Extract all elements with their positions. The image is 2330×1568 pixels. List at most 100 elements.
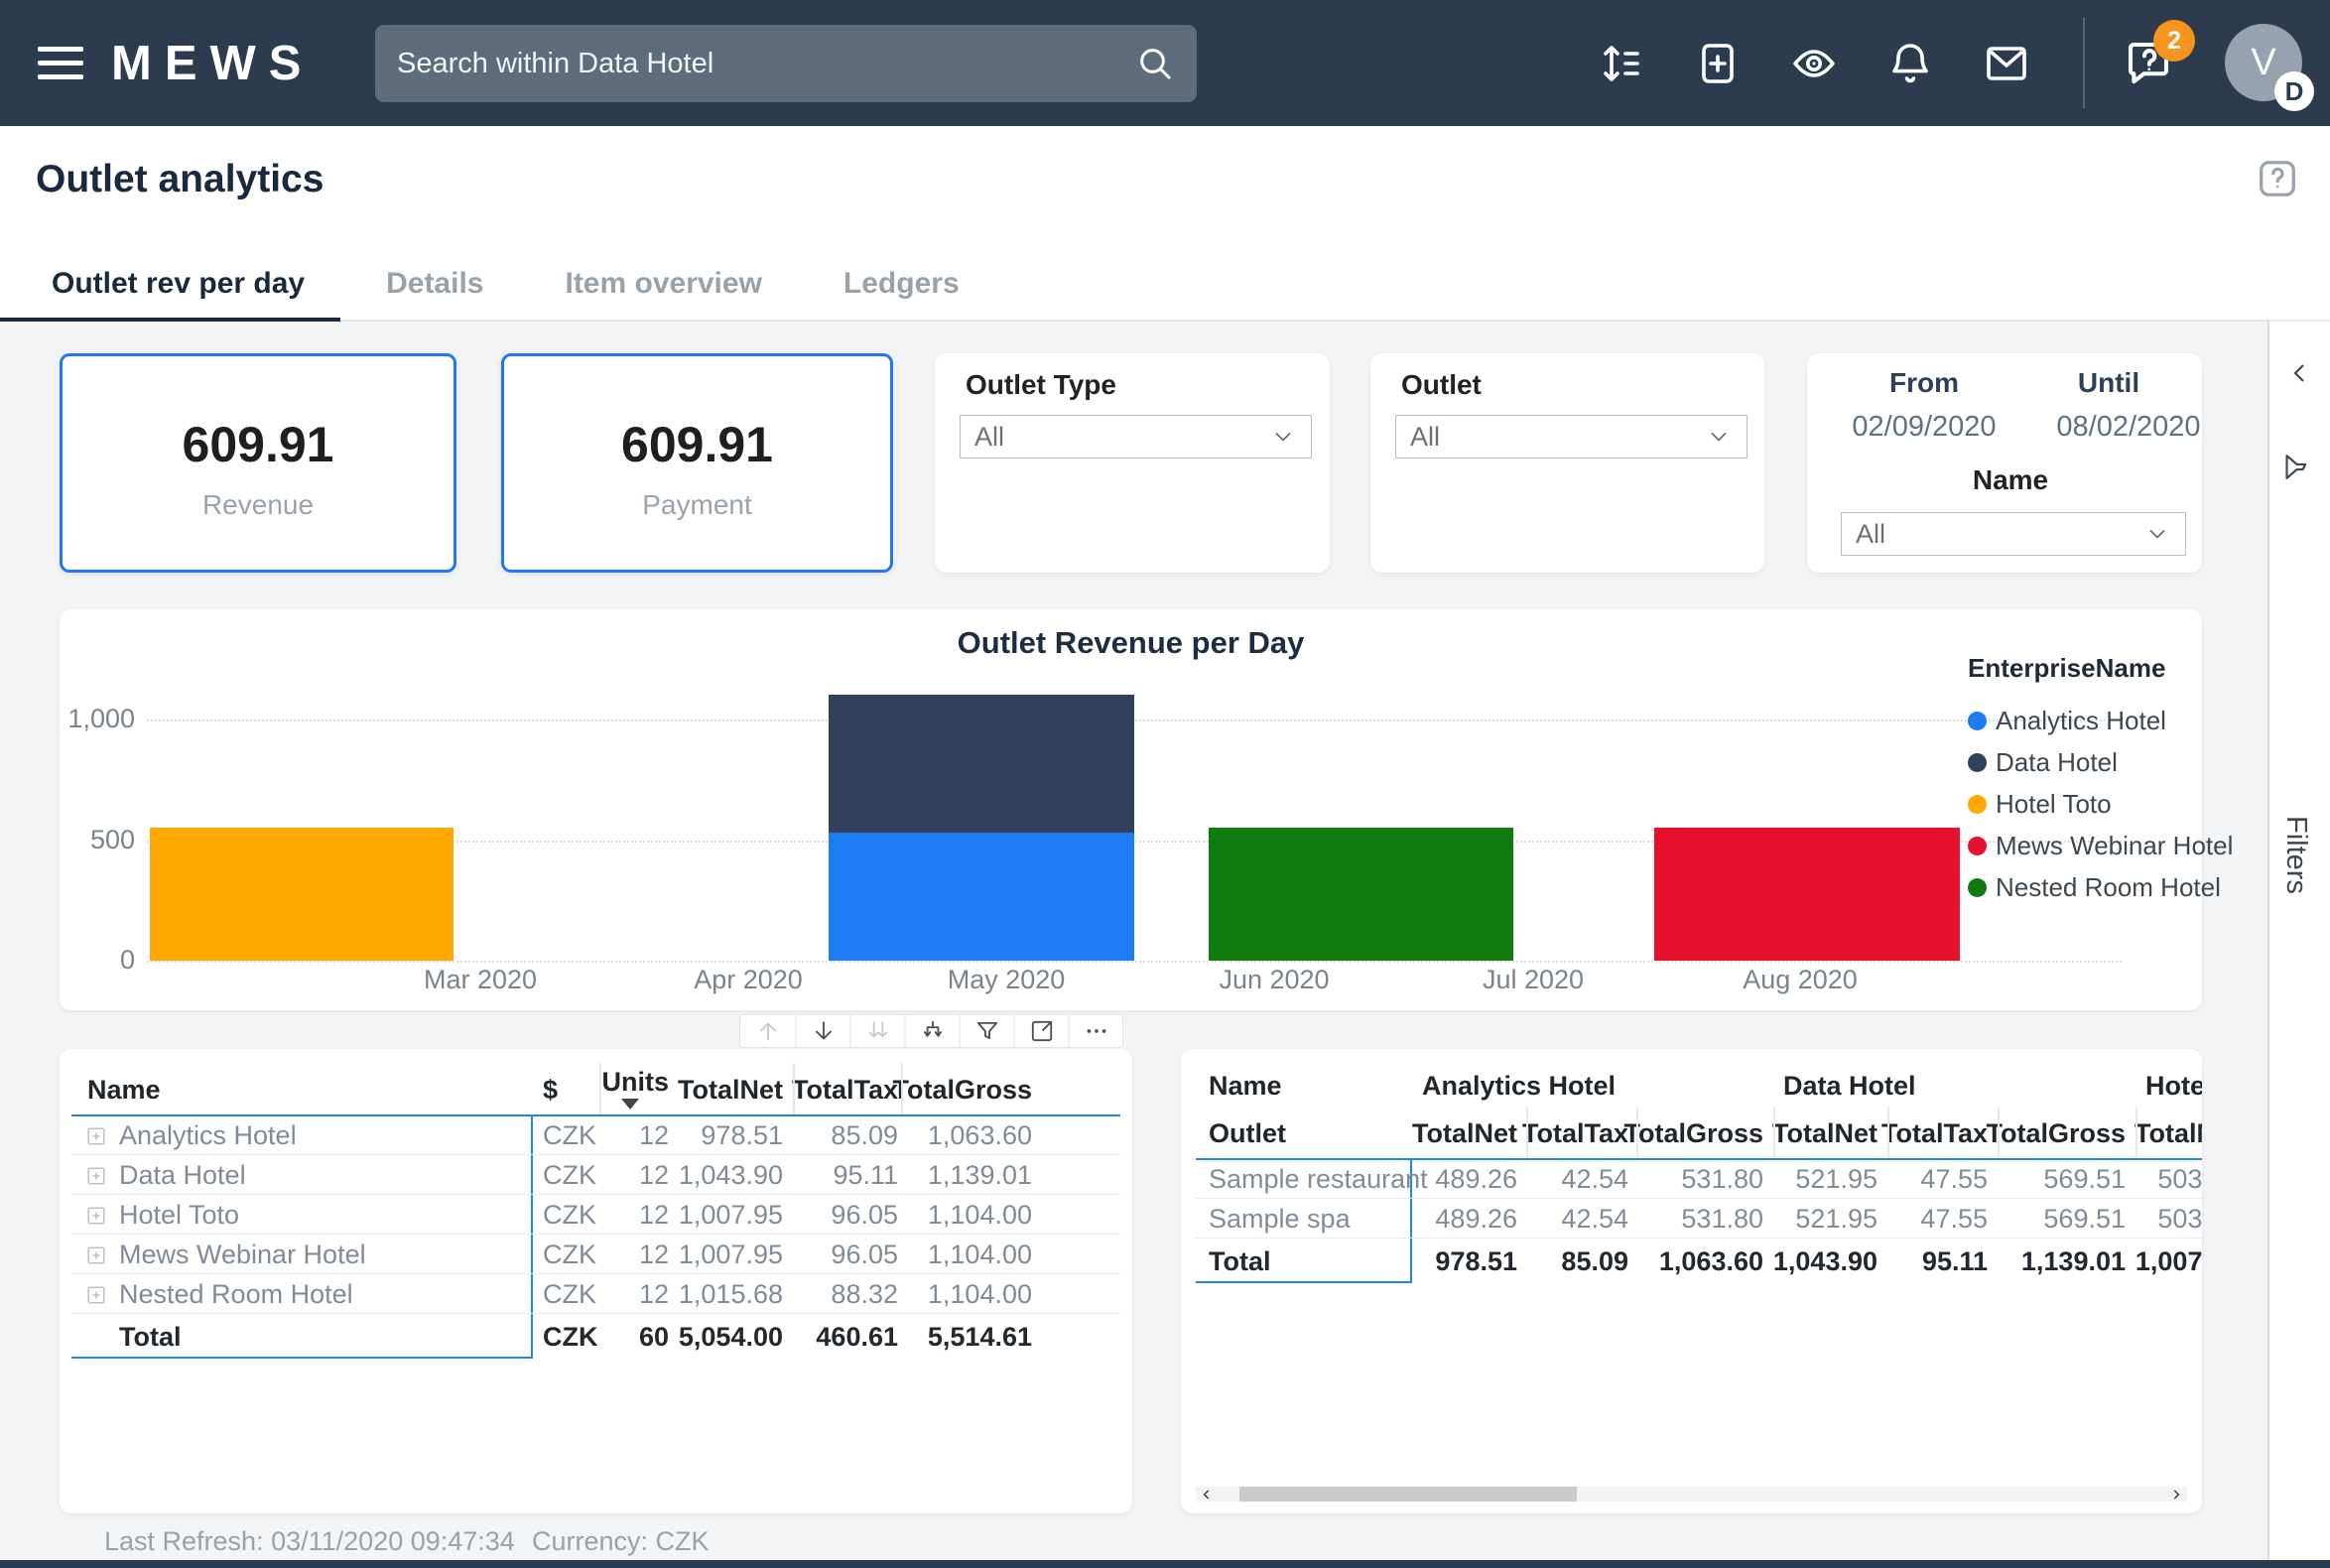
row-totalnet: 978.51 bbox=[701, 1120, 783, 1151]
eye-icon[interactable] bbox=[1790, 40, 1838, 87]
expand-row-icon[interactable] bbox=[85, 1123, 107, 1145]
from-date-value[interactable]: 02/09/2020 bbox=[1805, 411, 2043, 444]
row-units: 12 bbox=[639, 1240, 669, 1270]
filter-funnel-icon[interactable] bbox=[2281, 452, 2318, 483]
bar-segment-hotel-toto[interactable] bbox=[150, 828, 453, 961]
row-name: Nested Room Hotel bbox=[119, 1279, 353, 1310]
col-header-totalnet[interactable]: TotalNet bbox=[678, 1075, 783, 1106]
collapse-panel-icon[interactable] bbox=[2283, 357, 2315, 394]
table-total-row[interactable]: TotalCZK605,054.00460.615,514.61 bbox=[60, 1313, 1132, 1357]
filter-funnel-icon[interactable] bbox=[959, 1015, 1013, 1047]
legend-dot bbox=[1968, 712, 1987, 730]
header-separator bbox=[599, 1063, 601, 1114]
measure-header-totaltax-4[interactable]: TotalTax bbox=[1881, 1118, 1988, 1149]
matrix-corner-outlet[interactable]: Outlet bbox=[1209, 1118, 1286, 1149]
expand-row-icon[interactable] bbox=[85, 1163, 107, 1185]
table-row[interactable]: Nested Room HotelCZK121,015.6888.321,104… bbox=[60, 1273, 1132, 1313]
scrollbar-thumb[interactable] bbox=[1239, 1487, 1577, 1502]
group-header-hotel-toto[interactable]: Hotel Toto bbox=[2145, 1071, 2202, 1102]
report-area: 609.91 Revenue 609.91 Payment Outlet Typ… bbox=[0, 322, 2330, 1568]
matrix-cell: 1,043.90 bbox=[1773, 1246, 1877, 1277]
legend-item-mews-webinar-hotel[interactable]: Mews Webinar Hotel bbox=[1968, 825, 2233, 866]
table-row[interactable]: Mews Webinar HotelCZK121,007.9596.051,10… bbox=[60, 1234, 1132, 1273]
table-rev-by-enterprise: Name $ Units TotalNet TotalTaxTotalGross Anal… bbox=[60, 1049, 1132, 1513]
measure-header-totalnet-0[interactable]: TotalNet bbox=[1412, 1118, 1517, 1149]
mail-icon[interactable] bbox=[1983, 40, 2030, 87]
expand-row-icon[interactable] bbox=[85, 1242, 107, 1264]
x-axis-label: Jun 2020 bbox=[1165, 965, 1383, 995]
sort-icon[interactable] bbox=[1598, 40, 1645, 87]
focus-mode-icon[interactable] bbox=[1013, 1015, 1068, 1047]
avatar[interactable]: V D bbox=[2225, 24, 2302, 101]
table-row[interactable]: Data HotelCZK121,043.9095.111,139.01 bbox=[60, 1154, 1132, 1194]
table-row[interactable]: Analytics HotelCZK12978.5185.091,063.60 bbox=[60, 1114, 1132, 1154]
help-icon[interactable] bbox=[2255, 156, 2300, 201]
expand-row-icon[interactable] bbox=[85, 1282, 107, 1304]
tab-outlet-rev-per-day[interactable]: Outlet rev per day bbox=[24, 247, 332, 321]
tab-ledgers[interactable]: Ledgers bbox=[816, 247, 987, 321]
tab-details[interactable]: Details bbox=[358, 247, 511, 321]
group-header-analytics-hotel[interactable]: Analytics Hotel bbox=[1422, 1071, 1616, 1102]
col-header-currency[interactable]: $ bbox=[543, 1075, 558, 1106]
row-units: 12 bbox=[639, 1160, 669, 1191]
measure-header-totaltax-1[interactable]: TotalTax bbox=[1522, 1118, 1628, 1149]
measure-header-totalgross-5[interactable]: TotalGross bbox=[1986, 1118, 2126, 1149]
x-axis-label: Jul 2020 bbox=[1424, 965, 1642, 995]
horizontal-scrollbar[interactable] bbox=[1196, 1487, 2187, 1502]
tab-item-overview[interactable]: Item overview bbox=[537, 247, 789, 321]
page-header: Outlet analytics bbox=[0, 126, 2330, 248]
row-name: Total bbox=[119, 1322, 182, 1353]
scroll-right-icon[interactable] bbox=[2165, 1487, 2187, 1502]
go-to-next-level-icon[interactable] bbox=[849, 1015, 904, 1047]
drill-down-icon[interactable] bbox=[795, 1015, 849, 1047]
legend-item-analytics-hotel[interactable]: Analytics Hotel bbox=[1968, 700, 2233, 741]
matrix-total-row[interactable]: Total978.5185.091,063.601,043.9095.111,1… bbox=[1181, 1238, 2202, 1281]
matrix-header-separator bbox=[1998, 1107, 2000, 1158]
bar-segment-nested-room-hotel[interactable] bbox=[1209, 828, 1513, 961]
chart-title: Outlet Revenue per Day bbox=[60, 625, 2202, 661]
expand-row-icon[interactable] bbox=[85, 1203, 107, 1225]
until-date-value[interactable]: 08/02/2020 bbox=[2009, 411, 2248, 444]
col-header-name[interactable]: Name bbox=[87, 1075, 161, 1106]
row-totalgross: 1,104.00 bbox=[928, 1200, 1032, 1231]
measure-header-totalnet-3[interactable]: TotalNet bbox=[1772, 1118, 1877, 1149]
drill-up-icon[interactable] bbox=[740, 1015, 795, 1047]
table-row[interactable]: Hotel TotoCZK121,007.9596.051,104.00 bbox=[60, 1194, 1132, 1234]
col-header-units[interactable]: Units bbox=[602, 1067, 670, 1098]
measure-header-totalnet-6[interactable]: TotalNet bbox=[2135, 1118, 2202, 1149]
legend-item-data-hotel[interactable]: Data Hotel bbox=[1968, 741, 2233, 783]
matrix-row[interactable]: Sample spa489.2642.54531.80521.9547.5556… bbox=[1181, 1198, 2202, 1238]
outlet-type-dropdown[interactable]: All bbox=[960, 415, 1312, 458]
chevron-down-icon bbox=[2143, 520, 2171, 548]
row-currency: CZK bbox=[543, 1200, 596, 1231]
more-options-icon[interactable] bbox=[1068, 1015, 1122, 1047]
matrix-corner-name[interactable]: Name bbox=[1209, 1071, 1282, 1102]
col-header-totalgross[interactable]: TotalGross bbox=[892, 1075, 1032, 1106]
bar-segment-data-hotel[interactable] bbox=[829, 695, 1134, 832]
bar-segment-mews-webinar-hotel[interactable] bbox=[1654, 828, 1960, 961]
matrix-cell: 503.98 bbox=[2157, 1204, 2202, 1235]
legend-item-hotel-toto[interactable]: Hotel Toto bbox=[1968, 783, 2233, 825]
bar-segment-analytics-hotel[interactable] bbox=[829, 833, 1134, 961]
scroll-left-icon[interactable] bbox=[1196, 1487, 1218, 1502]
bell-icon[interactable] bbox=[1886, 40, 1934, 87]
menu-icon[interactable] bbox=[38, 38, 85, 87]
expand-all-icon[interactable] bbox=[904, 1015, 959, 1047]
outlet-dropdown[interactable]: All bbox=[1395, 415, 1748, 458]
measure-header-totalgross-2[interactable]: TotalGross bbox=[1623, 1118, 1763, 1149]
row-currency: CZK bbox=[543, 1120, 596, 1151]
until-label: Until bbox=[2009, 367, 2208, 399]
legend-label: Nested Room Hotel bbox=[1996, 872, 2221, 903]
mews-logo[interactable]: MEWS bbox=[111, 36, 314, 91]
group-header-data-hotel[interactable]: Data Hotel bbox=[1783, 1071, 1916, 1102]
col-header-totaltax[interactable]: TotalTax bbox=[792, 1075, 898, 1106]
chat-help-icon[interactable]: 2 bbox=[2122, 36, 2181, 95]
matrix-row[interactable]: Sample restaurant489.2642.54531.80521.95… bbox=[1181, 1158, 2202, 1198]
matrix-header-separator bbox=[1636, 1107, 1638, 1158]
name-dropdown[interactable]: All bbox=[1841, 512, 2186, 556]
legend-item-nested-room-hotel[interactable]: Nested Room Hotel bbox=[1968, 866, 2233, 908]
add-card-icon[interactable] bbox=[1694, 40, 1742, 87]
search-input[interactable]: Search within Data Hotel bbox=[375, 25, 1197, 102]
row-totaltax: 88.32 bbox=[831, 1279, 898, 1310]
chat-badge: 2 bbox=[2153, 20, 2195, 62]
